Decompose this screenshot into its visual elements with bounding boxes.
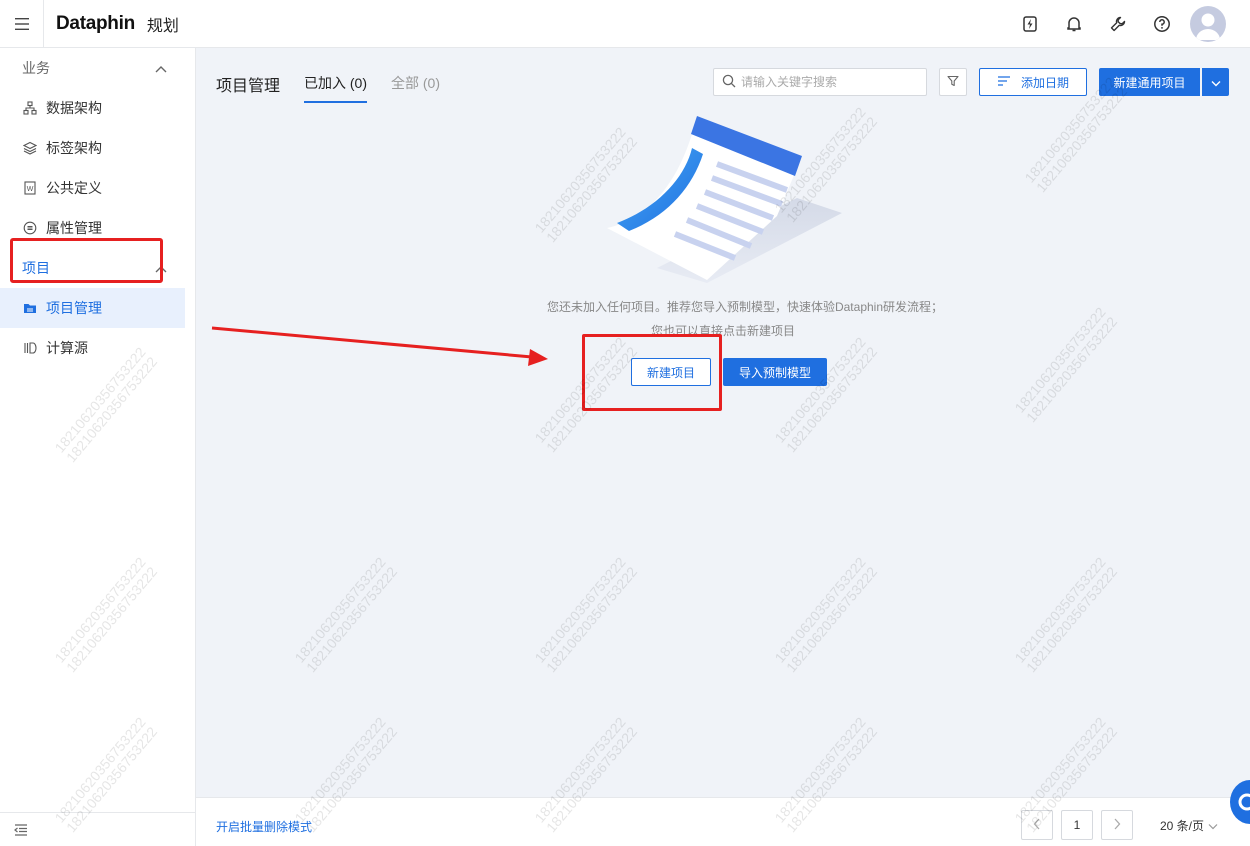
filter-button[interactable] xyxy=(939,68,967,96)
empty-state-hint: 您也可以直接点击新建项目 xyxy=(650,324,795,338)
batch-delete-link[interactable]: 开启批量删除模式 xyxy=(216,818,312,835)
sidebar-item-tag-architecture[interactable]: 标签架构 xyxy=(0,128,195,168)
watermark-text: 18210620356753222 xyxy=(1032,83,1131,196)
watermark-text: 18210620356753222 xyxy=(1011,304,1109,416)
watermark-text: 18210620356753222 xyxy=(302,563,401,676)
new-general-project-button[interactable]: 新建通用项目 xyxy=(1099,68,1200,96)
page-size-label: 20 条/页 xyxy=(1160,819,1205,833)
sidebar-item-label: 公共定义 xyxy=(46,180,102,196)
chevron-down-icon xyxy=(1211,75,1221,90)
watermark: 1821062035675322218210620356753222 xyxy=(531,334,641,456)
search-box xyxy=(713,68,927,96)
next-page-button[interactable] xyxy=(1101,810,1133,840)
watermark-text: 18210620356753222 xyxy=(531,554,629,666)
chevron-left-icon xyxy=(1033,818,1041,833)
watermark: 1821062035675322218210620356753222 xyxy=(1011,554,1121,676)
tab-joined[interactable]: 已加入 (0) xyxy=(304,73,367,103)
page-title: 项目管理 xyxy=(216,78,281,95)
svg-text:W: W xyxy=(27,186,34,193)
watermark-text: 18210620356753222 xyxy=(771,334,869,446)
watermark-text: 18210620356753222 xyxy=(291,554,389,666)
import-preset-model-button[interactable]: 导入预制模型 xyxy=(723,358,827,386)
watermark: 1821062035675322218210620356753222 xyxy=(771,334,880,455)
search-icon xyxy=(722,74,736,91)
sidebar-item-label: 数据架构 xyxy=(46,100,102,116)
module-title: 规划 xyxy=(146,18,179,35)
top-bar: Dataphin 规划 xyxy=(0,0,1250,48)
bolt-icon[interactable] xyxy=(1008,6,1052,42)
sidebar-item-project-management[interactable]: 项目管理 xyxy=(0,288,185,328)
help-icon[interactable] xyxy=(1140,6,1184,42)
empty-state-message: 您还未加入任何项目。推荐您导入预制模型，快速体验Dataphin研发流程； xyxy=(546,300,944,314)
group-title: 业务 xyxy=(22,60,50,76)
group-header-business[interactable]: 业务 xyxy=(0,48,195,88)
page-size-select[interactable]: 20 条/页 xyxy=(1160,817,1218,834)
sidebar-item-label: 标签架构 xyxy=(46,140,102,156)
collapse-sidebar-icon[interactable] xyxy=(0,812,196,846)
watermark-text: 18210620356753222 xyxy=(771,554,869,666)
group-title: 项目 xyxy=(22,260,50,276)
prev-page-button[interactable] xyxy=(1021,810,1053,840)
footer-bar: 开启批量删除模式 1 20 条/页 xyxy=(196,797,1250,846)
search-input[interactable] xyxy=(741,75,911,89)
sidebar-item-label: 项目管理 xyxy=(46,300,102,316)
tab-all[interactable]: 全部 (0) xyxy=(391,73,440,93)
watermark-text: 18210620356753222 xyxy=(1022,563,1121,676)
watermark-text: 18210620356753222 xyxy=(782,563,881,676)
wrench-icon[interactable] xyxy=(1096,6,1140,42)
sidebar-item-attribute-management[interactable]: 属性管理 xyxy=(0,208,195,248)
menu-icon[interactable] xyxy=(0,0,44,48)
add-date-button[interactable]: 添加日期 xyxy=(979,68,1087,96)
layers-icon xyxy=(22,140,38,156)
data-architecture-icon xyxy=(22,100,38,116)
sidebar-item-compute-source[interactable]: 计算源 xyxy=(0,328,195,368)
sidebar-item-public-definition[interactable]: W 公共定义 xyxy=(0,168,195,208)
new-project-dropdown[interactable] xyxy=(1202,68,1229,96)
watermark: 1821062035675322218210620356753222 xyxy=(291,554,401,676)
user-avatar[interactable] xyxy=(1190,6,1226,42)
filter-icon xyxy=(947,75,959,90)
logo-text: Dataphin xyxy=(56,13,135,34)
sidebar-item-label: 计算源 xyxy=(46,340,88,356)
folder-icon xyxy=(22,300,38,316)
chevron-up-icon xyxy=(155,60,167,76)
watermark: 1821062035675322218210620356753222 xyxy=(531,554,641,676)
sidebar-item-data-architecture[interactable]: 数据架构 xyxy=(0,88,195,128)
empty-document-illustration xyxy=(597,108,847,283)
group-header-project[interactable]: 项目 xyxy=(0,248,195,288)
chevron-down-icon xyxy=(1208,819,1218,833)
document-w-icon: W xyxy=(22,180,38,196)
sidebar-item-label: 属性管理 xyxy=(46,220,102,236)
bell-icon[interactable] xyxy=(1052,6,1096,42)
watermark-text: 18210620356753222 xyxy=(1011,554,1109,666)
chevron-right-icon xyxy=(1113,818,1121,833)
add-date-label: 添加日期 xyxy=(1020,75,1069,90)
watermark-text: 18210620356753222 xyxy=(542,563,641,676)
chevron-up-icon xyxy=(155,260,167,276)
new-project-button[interactable]: 新建项目 xyxy=(631,358,711,386)
watermark-text: 18210620356753222 xyxy=(531,334,629,446)
sort-lines-icon xyxy=(997,75,1011,89)
sidebar: 业务 数据架构 标签架构 W 公共定义 属性管理 项目 项目管理 计算源 xyxy=(0,48,196,846)
page-number-button[interactable]: 1 xyxy=(1061,810,1093,840)
app-logo[interactable]: Dataphin 规划 xyxy=(56,12,179,36)
watermark: 1821062035675322218210620356753222 xyxy=(771,554,881,676)
attribute-icon xyxy=(22,220,38,236)
watermark-text: 18210620356753222 xyxy=(542,343,641,456)
compute-source-icon xyxy=(22,340,38,356)
